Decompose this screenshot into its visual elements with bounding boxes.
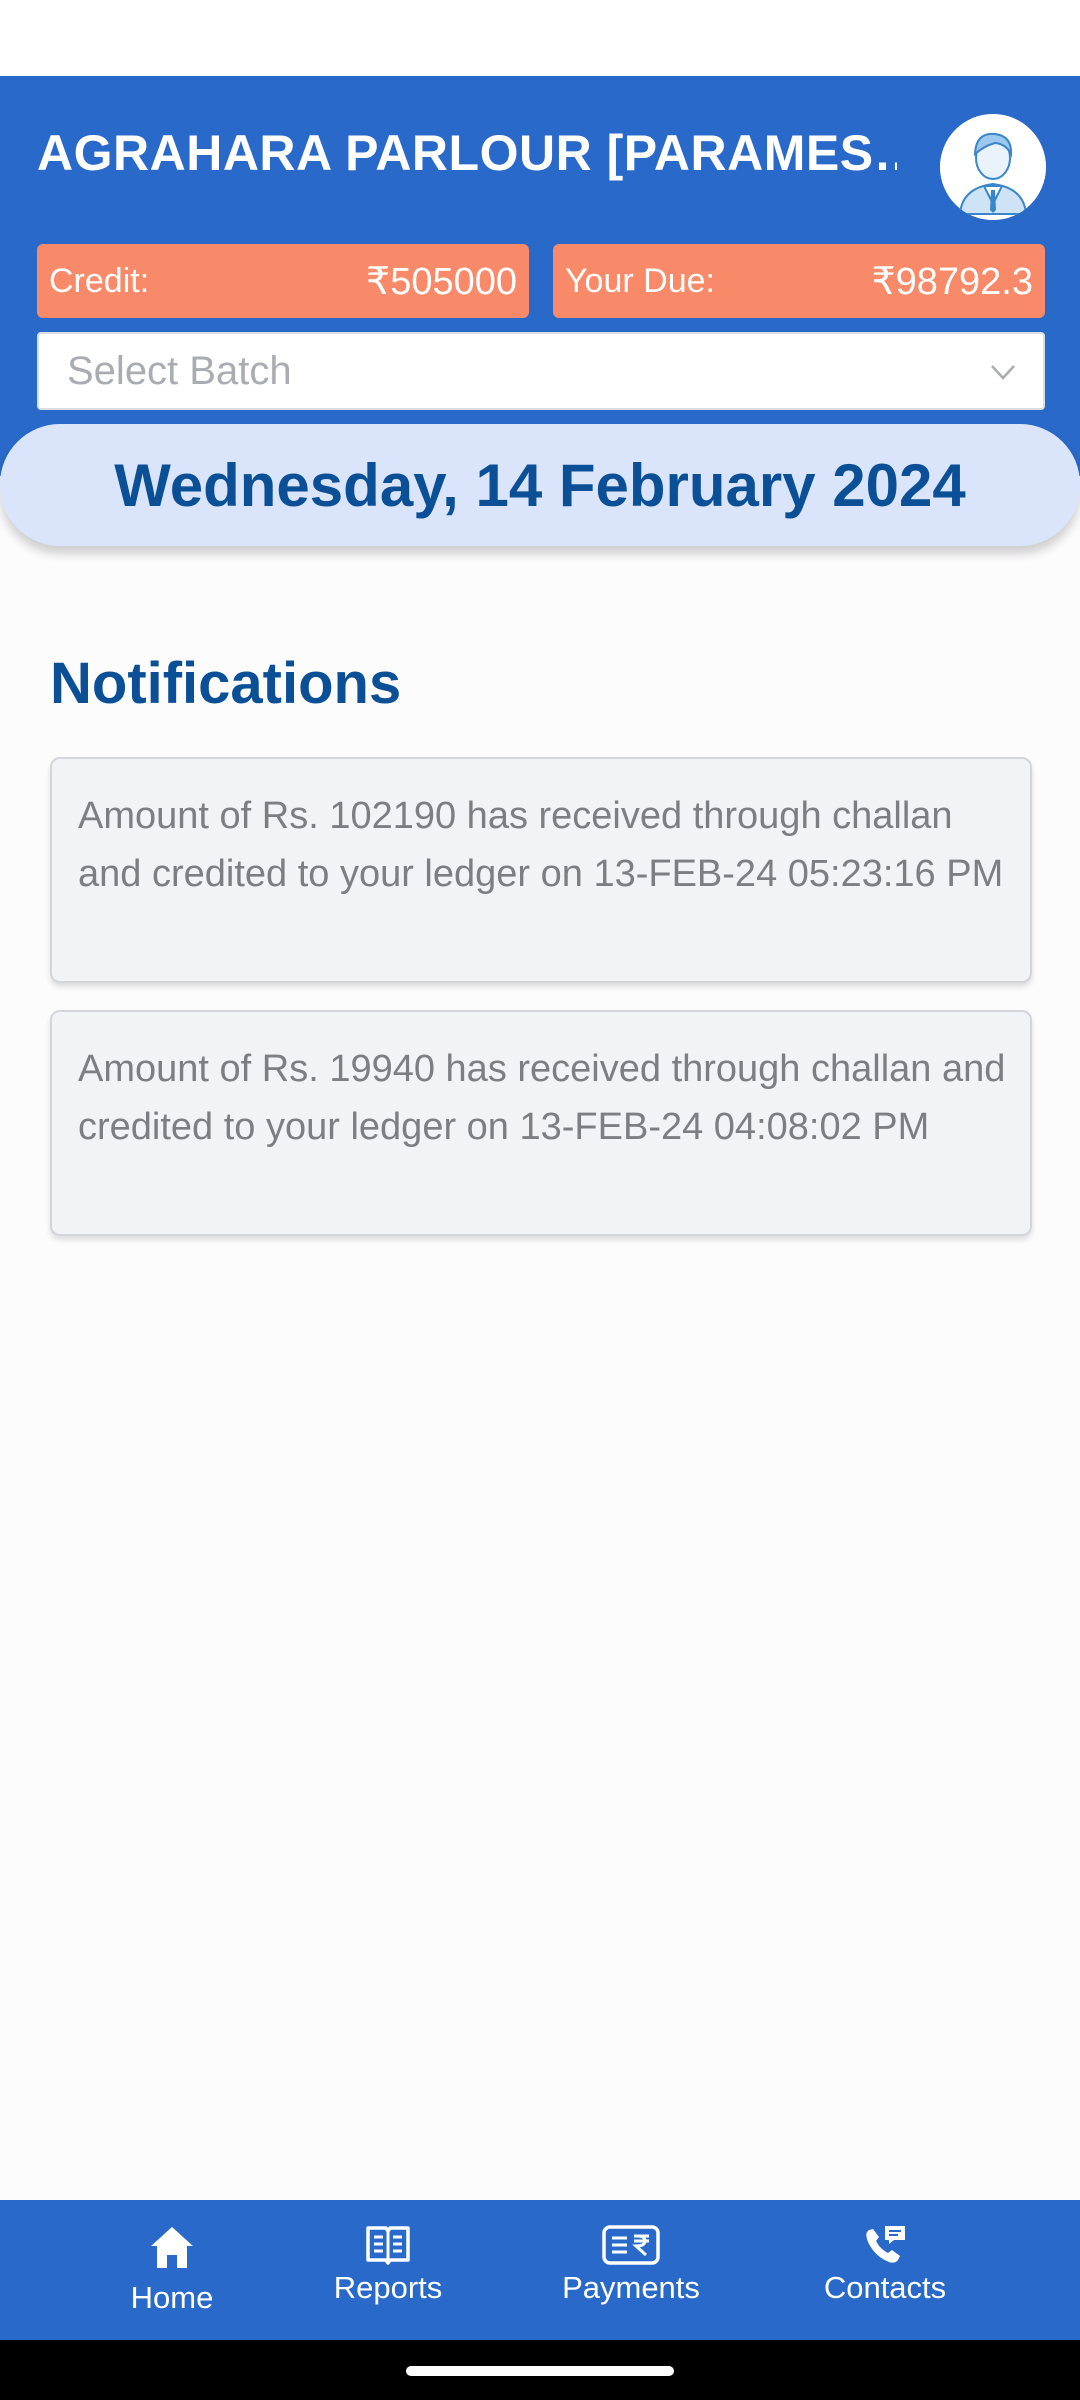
nav-contacts-label: Contacts bbox=[823, 2270, 947, 2305]
bottom-navigation: Home Reports Payments Contacts bbox=[0, 2200, 1080, 2340]
credit-label: Credit: bbox=[49, 261, 150, 300]
nav-payments-label: Payments bbox=[562, 2270, 700, 2305]
app-header: AGRAHARA PARLOUR [PARAMES… Credit: ₹5050… bbox=[0, 76, 1080, 476]
system-navigation-area bbox=[0, 2340, 1080, 2400]
credit-balance: Credit: ₹505000 bbox=[37, 244, 529, 318]
select-batch-dropdown[interactable]: Select Batch bbox=[37, 332, 1045, 410]
notification-card[interactable]: Amount of Rs. 102190 has received throug… bbox=[50, 757, 1032, 983]
select-batch-placeholder: Select Batch bbox=[67, 348, 292, 393]
phone-chat-icon bbox=[866, 2226, 905, 2263]
profile-avatar[interactable] bbox=[940, 114, 1046, 220]
due-value: ₹98792.3 bbox=[871, 260, 1033, 303]
notifications-title: Notifications bbox=[50, 651, 402, 716]
chevron-down-icon bbox=[991, 365, 1015, 380]
book-icon bbox=[366, 2226, 410, 2265]
status-bar bbox=[0, 0, 1080, 76]
credit-value: ₹505000 bbox=[366, 260, 517, 303]
nav-contacts[interactable]: Contacts bbox=[810, 2200, 960, 2340]
app-title: AGRAHARA PARLOUR [PARAMES… bbox=[37, 125, 897, 181]
nav-reports-label: Reports bbox=[333, 2270, 443, 2305]
nav-payments[interactable]: Payments bbox=[545, 2200, 717, 2340]
current-date: Wednesday, 14 February 2024 bbox=[114, 451, 966, 519]
payments-icon bbox=[602, 2225, 660, 2265]
date-banner: Wednesday, 14 February 2024 bbox=[0, 424, 1080, 546]
nav-reports[interactable]: Reports bbox=[318, 2200, 458, 2340]
nav-home-label: Home bbox=[130, 2280, 214, 2315]
due-label: Your Due: bbox=[565, 261, 715, 300]
gesture-handle[interactable] bbox=[406, 2366, 674, 2376]
user-avatar-icon bbox=[940, 114, 1046, 220]
home-icon bbox=[151, 2227, 193, 2268]
due-balance: Your Due: ₹98792.3 bbox=[553, 244, 1045, 318]
notification-card[interactable]: Amount of Rs. 19940 has received through… bbox=[50, 1010, 1032, 1236]
nav-home[interactable]: Home bbox=[112, 2200, 232, 2340]
